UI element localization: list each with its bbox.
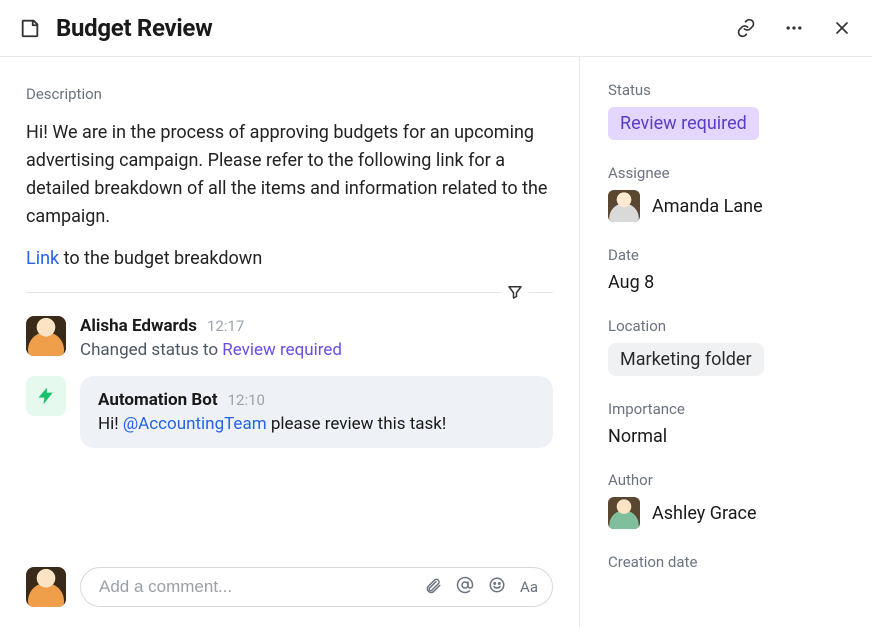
details-sidebar: Status Review required Assignee Amanda L… <box>580 57 872 627</box>
composer-icons: Aa <box>424 576 538 598</box>
current-user-avatar <box>26 567 66 607</box>
activity-feed: Alisha Edwards 12:17 Changed status to R… <box>26 316 553 545</box>
link-rest: to the budget breakdown <box>59 248 262 269</box>
importance-value[interactable]: Normal <box>608 426 844 447</box>
breakdown-link[interactable]: Link <box>26 248 59 269</box>
assignee-row[interactable]: Amanda Lane <box>608 190 844 222</box>
activity-time: 12:17 <box>207 317 244 335</box>
msg-suffix: please review this task! <box>267 414 447 434</box>
location-label: Location <box>608 317 844 335</box>
activity-head: Alisha Edwards 12:17 <box>80 316 553 336</box>
emoji-icon[interactable] <box>488 576 506 598</box>
attach-icon[interactable] <box>424 576 442 598</box>
msg-prefix: Hi! <box>98 414 123 434</box>
author-label: Author <box>608 471 844 489</box>
status-chip[interactable]: Review required <box>608 107 759 140</box>
description-label: Description <box>26 85 553 103</box>
location-block: Location Marketing folder <box>608 317 844 376</box>
description-link-line: Link to the budget breakdown <box>26 245 553 273</box>
location-chip[interactable]: Marketing folder <box>608 343 764 376</box>
desc-prefix: Changed status to <box>80 340 222 360</box>
description-text: Hi! We are in the process of approving b… <box>26 119 553 231</box>
bot-avatar <box>26 376 66 416</box>
creation-label: Creation date <box>608 553 844 571</box>
link-icon[interactable] <box>732 14 760 42</box>
date-block: Date Aug 8 <box>608 246 844 293</box>
activity-item: Automation Bot 12:10 Hi! @AccountingTeam… <box>26 376 553 448</box>
importance-label: Importance <box>608 400 844 418</box>
note-icon <box>16 14 44 42</box>
header: Budget Review <box>0 0 872 57</box>
date-value[interactable]: Aug 8 <box>608 272 844 293</box>
header-left: Budget Review <box>16 14 212 42</box>
bot-card: Automation Bot 12:10 Hi! @AccountingTeam… <box>80 376 553 448</box>
importance-block: Importance Normal <box>608 400 844 447</box>
comment-composer[interactable]: Aa <box>80 567 553 607</box>
creation-block: Creation date <box>608 553 844 571</box>
activity-time: 12:10 <box>228 391 265 409</box>
actor-name: Alisha Edwards <box>80 316 197 336</box>
activity-head: Automation Bot 12:10 <box>98 390 535 410</box>
body: Description Hi! We are in the process of… <box>0 57 872 627</box>
composer-row: Aa <box>26 545 553 607</box>
author-block: Author Ashley Grace <box>608 471 844 529</box>
date-label: Date <box>608 246 844 264</box>
assignee-block: Assignee Amanda Lane <box>608 164 844 222</box>
mention-icon[interactable] <box>456 576 474 598</box>
author-name: Ashley Grace <box>652 503 757 524</box>
bot-message: Hi! @AccountingTeam please review this t… <box>98 414 535 434</box>
activity-divider <box>26 278 553 306</box>
header-actions <box>732 14 856 42</box>
assignee-label: Assignee <box>608 164 844 182</box>
activity-body: Alisha Edwards 12:17 Changed status to R… <box>80 316 553 360</box>
filter-icon[interactable] <box>501 278 529 306</box>
format-icon[interactable]: Aa <box>520 578 538 596</box>
main-panel: Description Hi! We are in the process of… <box>0 57 580 627</box>
status-label: Status <box>608 81 844 99</box>
author-row: Ashley Grace <box>608 497 844 529</box>
actor-name: Automation Bot <box>98 390 218 410</box>
activity-desc: Changed status to Review required <box>80 340 553 360</box>
mention[interactable]: @AccountingTeam <box>123 414 267 434</box>
avatar <box>608 497 640 529</box>
desc-status: Review required <box>222 340 342 360</box>
activity-item: Alisha Edwards 12:17 Changed status to R… <box>26 316 553 360</box>
close-icon[interactable] <box>828 14 856 42</box>
assignee-name: Amanda Lane <box>652 196 763 217</box>
divider-line <box>26 292 501 293</box>
avatar <box>26 316 66 356</box>
comment-input[interactable] <box>99 577 424 597</box>
status-block: Status Review required <box>608 81 844 140</box>
avatar <box>608 190 640 222</box>
divider-line-right <box>529 292 553 293</box>
page-title: Budget Review <box>56 14 212 42</box>
more-icon[interactable] <box>780 14 808 42</box>
